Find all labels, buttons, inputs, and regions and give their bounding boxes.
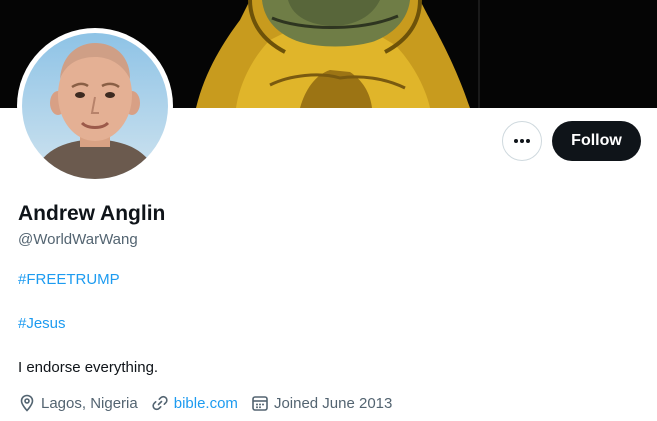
location-item: Lagos, Nigeria (18, 394, 138, 412)
hashtag-link-jesus[interactable]: #Jesus (18, 315, 66, 332)
profile-handle: @WorldWarWang (18, 231, 138, 248)
profile-meta-row: Lagos, Nigeria bible.com Joined June 201… (18, 392, 405, 414)
website-item: bible.com (151, 394, 238, 412)
website-link[interactable]: bible.com (174, 395, 238, 412)
location-text: Lagos, Nigeria (41, 394, 138, 412)
location-pin-icon (20, 394, 34, 412)
joined-item: Joined June 2013 (251, 394, 392, 412)
more-options-button[interactable] (502, 121, 542, 161)
profile-page: Follow Andrew Anglin @WorldWarWang #FREE… (0, 0, 657, 421)
hashtag-link-freetrump[interactable]: #FREETRUMP (18, 271, 120, 288)
bio-text: I endorse everything. (18, 359, 159, 376)
follow-button[interactable]: Follow (552, 121, 641, 161)
link-icon (152, 395, 168, 411)
avatar[interactable] (17, 28, 173, 184)
avatar-photo (22, 33, 168, 179)
profile-display-name: Andrew Anglin (18, 202, 166, 225)
calendar-icon (252, 396, 268, 411)
more-horizontal-icon (514, 139, 530, 143)
joined-date: Joined June 2013 (273, 394, 393, 412)
